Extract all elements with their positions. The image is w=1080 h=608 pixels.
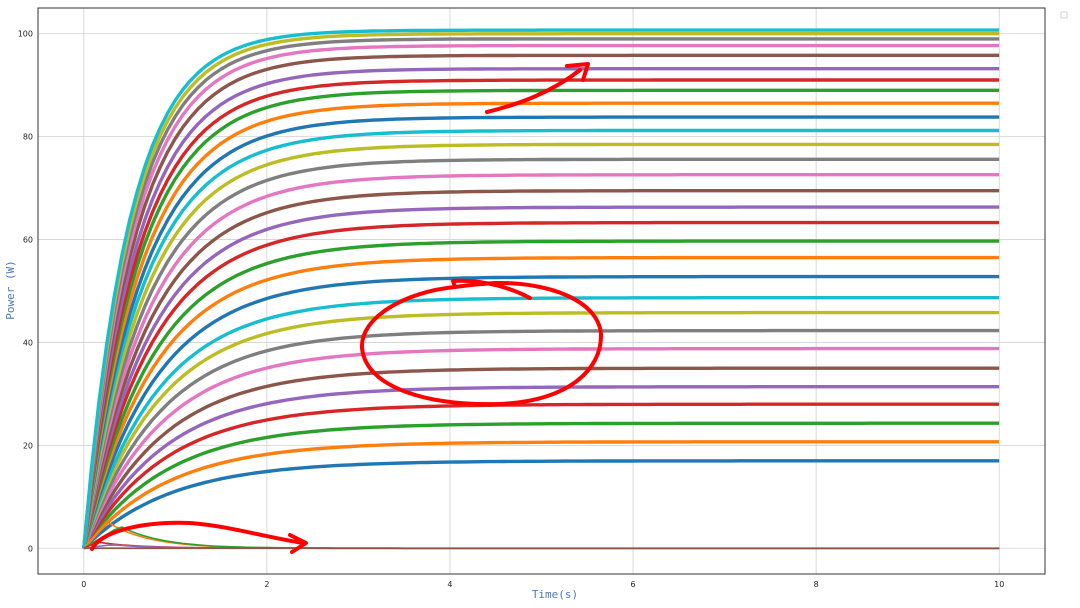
series-line-28 xyxy=(82,37,1000,549)
x-tick-label: 2 xyxy=(264,580,269,589)
y-axis-label: Power (W) xyxy=(4,260,17,320)
series-line-29 xyxy=(82,32,1000,549)
series-line-6 xyxy=(82,366,1000,550)
line-chart: 0 2 4 6 8 10020406080100 Time(s) Power (W) xyxy=(4,7,1068,601)
y-tick-label: 60 xyxy=(23,236,33,245)
x-axis-label: Time(s) xyxy=(532,588,578,601)
x-tick-label: 10 xyxy=(994,580,1004,589)
series-line-11 xyxy=(82,274,1000,549)
x-tick-label: 0 xyxy=(81,580,86,589)
series-line-5 xyxy=(82,385,1000,550)
series-line-1 xyxy=(82,459,1000,550)
series-line-20 xyxy=(82,128,1000,549)
y-tick-label: 20 xyxy=(23,441,33,450)
y-tick-label: 100 xyxy=(18,30,33,39)
legend-box xyxy=(1060,11,1068,19)
y-tick-label: 0 xyxy=(28,544,33,553)
y-tick-label: 40 xyxy=(23,338,33,347)
x-tick-label: 4 xyxy=(447,580,452,589)
series-line-8 xyxy=(82,328,1000,549)
series-line-17 xyxy=(82,173,1000,549)
series-line-2 xyxy=(82,440,1000,550)
series-line-25 xyxy=(82,67,1000,549)
y-tick-label: 80 xyxy=(23,133,33,142)
decay-line-2 xyxy=(83,526,1000,550)
series-line-22 xyxy=(82,101,1000,549)
x-tick-label: 8 xyxy=(814,580,819,589)
x-tick-label: 6 xyxy=(630,580,635,589)
